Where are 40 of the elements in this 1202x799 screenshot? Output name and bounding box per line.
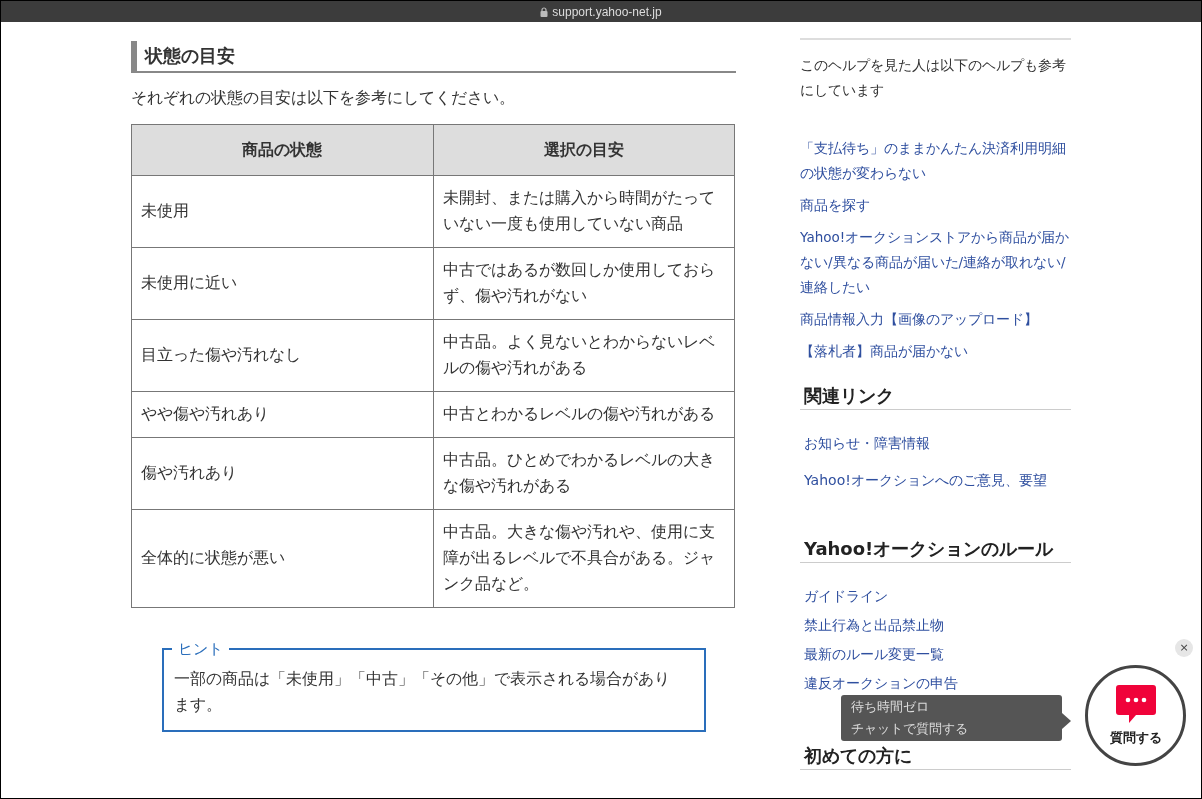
hint-label: ヒント <box>172 640 229 658</box>
table-cell: 未開封、または購入から時間がたっていない一度も使用していない商品 <box>433 175 735 248</box>
sidebar-link[interactable]: 違反オークションの申告 <box>804 671 1071 696</box>
sidebar-link[interactable]: Yahoo!オークションへのご意見、要望 <box>804 468 1071 493</box>
table-cell: 全体的に状態が悪い <box>131 509 433 608</box>
help-link[interactable]: 商品情報入力【画像のアップロード】 <box>800 307 1071 332</box>
sidebar-link[interactable]: ガイドライン <box>804 584 1071 609</box>
chat-bubble-icon <box>1115 684 1156 723</box>
tooltip-text: チャットで質問する <box>851 720 969 738</box>
related-help-heading: このヘルプを見た人は以下のヘルプも参考にしています <box>800 56 1067 100</box>
table-cell: 中古ではあるが数回しか使用しておらず、傷や汚れがない <box>433 247 735 320</box>
table-cell: 中古品。ひとめでわかるレベルの大きな傷や汚れがある <box>433 437 735 510</box>
sidebar-link[interactable]: 最新のルール変更一覧 <box>804 642 1071 667</box>
table-cell: 未使用 <box>131 175 433 248</box>
help-link[interactable]: 商品を探す <box>800 193 1071 218</box>
sidebar-heading: 関連リンク <box>800 383 1071 410</box>
chat-button[interactable]: 質問する <box>1085 665 1186 766</box>
table-cell: 目立った傷や汚れなし <box>131 319 433 392</box>
table-cell: 中古とわかるレベルの傷や汚れがある <box>433 391 735 438</box>
sidebar-heading: 初めての方に <box>800 743 1071 770</box>
column-header: 選択の目安 <box>433 124 735 176</box>
lock-icon <box>540 6 549 17</box>
table-cell: やや傷や汚れあり <box>131 391 433 438</box>
column-header: 商品の状態 <box>131 124 433 176</box>
close-button[interactable]: × <box>1175 639 1193 657</box>
sidebar-link[interactable]: お知らせ・障害情報 <box>804 431 1071 456</box>
sidebar-heading: Yahoo!オークションのルール <box>800 536 1071 563</box>
intro-text: それぞれの状態の目安は以下を参考にしてください。 <box>131 87 516 109</box>
section-heading: 状態の目安 <box>131 41 736 73</box>
table-cell: 中古品。よく見ないとわからないレベルの傷や汚れがある <box>433 319 735 392</box>
table-cell: 中古品。大きな傷や汚れや、使用に支障が出るレベルで不具合がある。ジャンク品など。 <box>433 509 735 608</box>
help-link[interactable]: 「支払待ち」のままかんたん決済利用明細の状態が変わらない <box>800 136 1071 186</box>
help-link[interactable]: Yahoo!オークションストアから商品が届かない/異なる商品が届いた/連絡が取れない/連絡したい <box>800 225 1071 300</box>
table-cell: 傷や汚れあり <box>131 437 433 510</box>
help-link[interactable]: 【落札者】商品が届かない <box>800 339 1071 364</box>
url-text[interactable]: support.yahoo-net.jp <box>552 4 662 19</box>
table-cell: 未使用に近い <box>131 247 433 320</box>
tooltip-text: 待ち時間ゼロ <box>851 698 930 716</box>
sidebar-link[interactable]: 禁止行為と出品禁止物 <box>804 613 1071 638</box>
hint-text: 一部の商品は「未使用」「中古」「その他」で表示される場合があります。 <box>174 668 671 716</box>
